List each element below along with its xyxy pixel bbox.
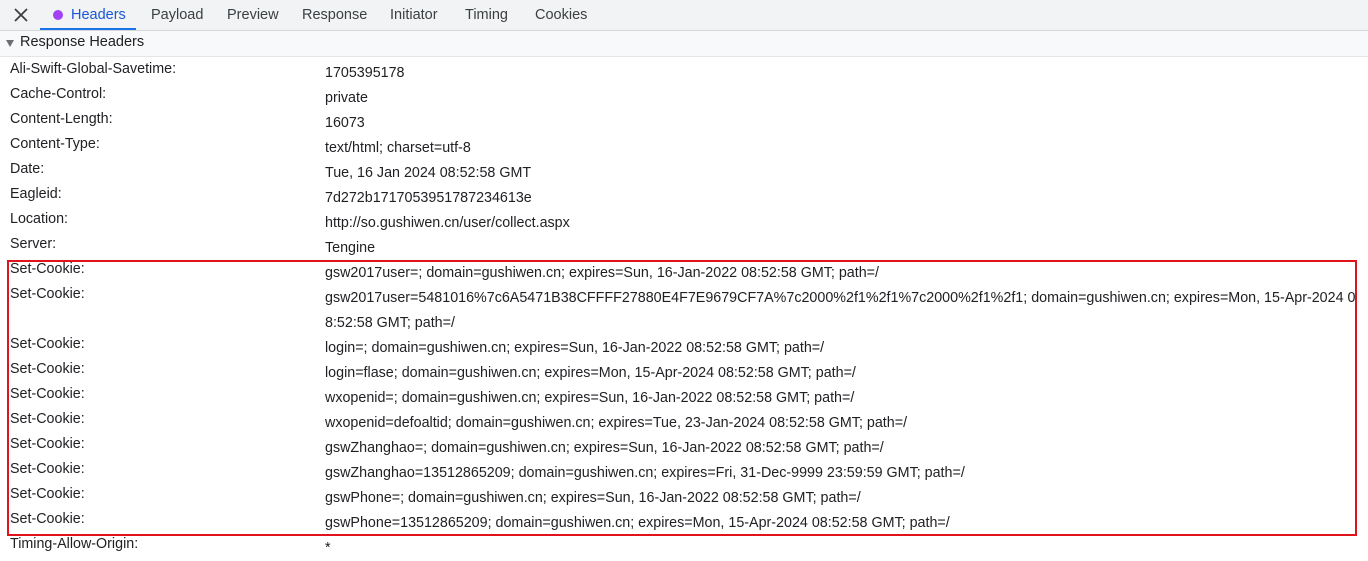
header-row: Set-Cookie: gswZhanghao=13512865209; doma… xyxy=(0,458,1368,486)
header-name: Set-Cookie: xyxy=(10,411,85,427)
header-value: text/html; charset=utf-8 xyxy=(325,140,471,156)
header-value: login=; domain=gushiwen.cn; expires=Sun,… xyxy=(325,340,825,356)
header-value: * xyxy=(325,540,331,556)
tab-preview[interactable]: Preview xyxy=(227,0,279,30)
header-name: Content-Length: xyxy=(10,111,113,127)
header-row: Eagleid: 7d272b1717053951787234613e xyxy=(0,183,1368,211)
header-value: 1705395178 xyxy=(325,65,405,81)
header-value: gsw2017user=; domain=gushiwen.cn; expire… xyxy=(325,265,879,281)
header-name: Set-Cookie: xyxy=(10,486,85,502)
collapse-triangle-icon xyxy=(6,40,14,47)
header-value: gswPhone=13512865209; domain=gushiwen.cn… xyxy=(325,515,950,531)
tab-cookies[interactable]: Cookies xyxy=(535,0,587,30)
status-dot-icon xyxy=(53,10,63,20)
header-row: Set-Cookie: login=flase; domain=gushiwen.… xyxy=(0,358,1368,386)
header-row: Timing-Allow-Origin: * xyxy=(0,533,1368,561)
header-name: Date: xyxy=(10,161,45,177)
header-row: Date: Tue, 16 Jan 2024 08:52:58 GMT xyxy=(0,158,1368,186)
header-row: Set-Cookie: gswPhone=13512865209; domain=… xyxy=(0,508,1368,536)
header-value: private xyxy=(325,90,368,106)
tab-headers[interactable]: Headers xyxy=(71,0,126,30)
header-value: Tue, 16 Jan 2024 08:52:58 GMT xyxy=(325,165,532,181)
header-name: Set-Cookie: xyxy=(10,511,85,527)
header-row: Cache-Control: private xyxy=(0,83,1368,111)
header-row: Ali-Swift-Global-Savetime: 1705395178 xyxy=(0,58,1368,86)
header-value: 16073 xyxy=(325,115,365,131)
header-row: Set-Cookie: gswZhanghao=; domain=gushiwen… xyxy=(0,433,1368,461)
header-name: Set-Cookie: xyxy=(10,461,85,477)
header-name: Location: xyxy=(10,211,69,227)
header-name: Cache-Control: xyxy=(10,86,107,102)
header-name: Ali-Swift-Global-Savetime: xyxy=(10,61,177,77)
header-value: wxopenid=defoaltid; domain=gushiwen.cn; … xyxy=(325,415,908,431)
header-row: Content-Type: text/html; charset=utf-8 xyxy=(0,133,1368,161)
header-row: Set-Cookie: gsw2017user=5481016%7c6A5471B… xyxy=(0,283,1368,336)
header-row: Set-Cookie: wxopenid=; domain=gushiwen.cn… xyxy=(0,383,1368,411)
header-value: Tengine xyxy=(325,240,376,256)
header-row: Set-Cookie: gsw2017user=; domain=gushiwen… xyxy=(0,258,1368,286)
header-row: Content-Length: 16073 xyxy=(0,108,1368,136)
header-row: Set-Cookie: gswPhone=; domain=gushiwen.cn… xyxy=(0,483,1368,511)
header-name: Set-Cookie: xyxy=(10,261,85,277)
header-name: Set-Cookie: xyxy=(10,386,85,402)
header-row: Location: http://so.gushiwen.cn/user/coll… xyxy=(0,208,1368,236)
tab-payload[interactable]: Payload xyxy=(151,0,203,30)
devtools-tab-bar: Headers Payload Preview Response Initiat… xyxy=(0,0,1368,31)
header-value: gswZhanghao=; domain=gushiwen.cn; expire… xyxy=(325,440,884,456)
header-row: Server: Tengine xyxy=(0,233,1368,261)
section-title: Response Headers xyxy=(20,34,145,50)
close-icon[interactable] xyxy=(11,5,31,25)
header-name: Set-Cookie: xyxy=(10,286,85,302)
header-value: login=flase; domain=gushiwen.cn; expires… xyxy=(325,365,856,381)
header-row: Set-Cookie: login=; domain=gushiwen.cn; e… xyxy=(0,333,1368,361)
header-value: gswPhone=; domain=gushiwen.cn; expires=S… xyxy=(325,490,861,506)
header-value: gswZhanghao=13512865209; domain=gushiwen… xyxy=(325,465,965,481)
header-name: Server: xyxy=(10,236,57,252)
header-value: wxopenid=; domain=gushiwen.cn; expires=S… xyxy=(325,390,855,406)
header-list: Ali-Swift-Global-Savetime: 1705395178 Cach… xyxy=(0,61,1368,561)
active-tab-indicator xyxy=(40,28,136,30)
header-value: 7d272b1717053951787234613e xyxy=(325,190,532,206)
header-name: Timing-Allow-Origin: xyxy=(10,536,139,552)
tab-initiator[interactable]: Initiator xyxy=(390,0,438,30)
header-name: Set-Cookie: xyxy=(10,361,85,377)
header-name: Set-Cookie: xyxy=(10,436,85,452)
header-value: gsw2017user=5481016%7c6A5471B38CFFFF2788… xyxy=(325,290,1356,331)
response-headers-section-toggle[interactable]: Response Headers xyxy=(0,31,1368,57)
tab-timing[interactable]: Timing xyxy=(465,0,508,30)
tab-response[interactable]: Response xyxy=(302,0,367,30)
header-value: http://so.gushiwen.cn/user/collect.aspx xyxy=(325,215,570,231)
header-name: Set-Cookie: xyxy=(10,336,85,352)
header-name: Content-Type: xyxy=(10,136,100,152)
header-row: Set-Cookie: wxopenid=defoaltid; domain=gu… xyxy=(0,408,1368,436)
header-name: Eagleid: xyxy=(10,186,62,202)
